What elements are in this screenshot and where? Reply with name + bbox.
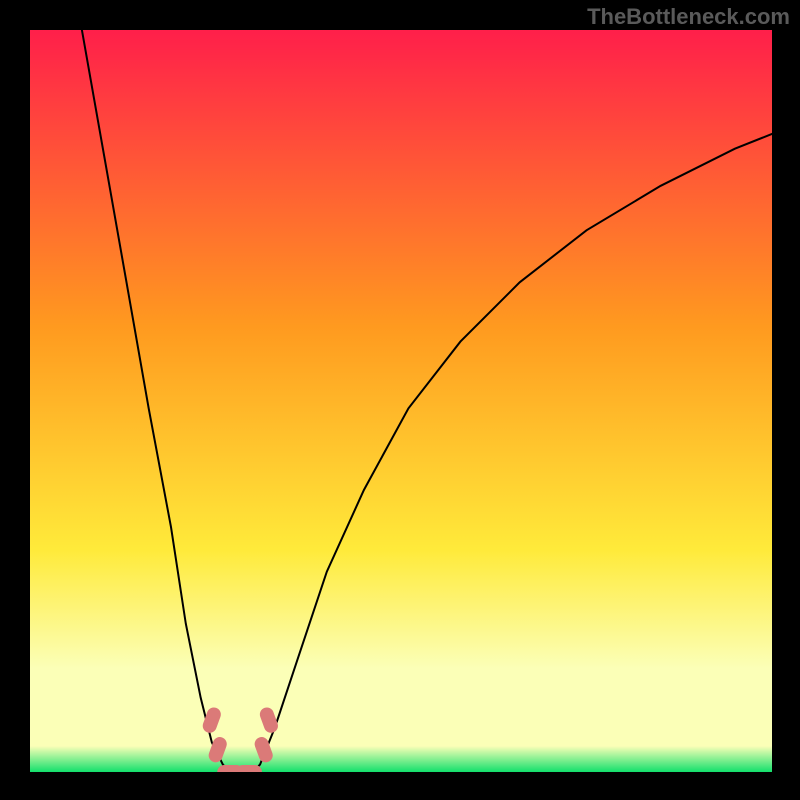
- plot-svg: [30, 30, 772, 772]
- gradient-background: [30, 30, 772, 772]
- watermark-text: TheBottleneck.com: [587, 4, 790, 30]
- floor-marker-2: [236, 765, 262, 772]
- plot-area: [30, 30, 772, 772]
- chart-frame: TheBottleneck.com: [0, 0, 800, 800]
